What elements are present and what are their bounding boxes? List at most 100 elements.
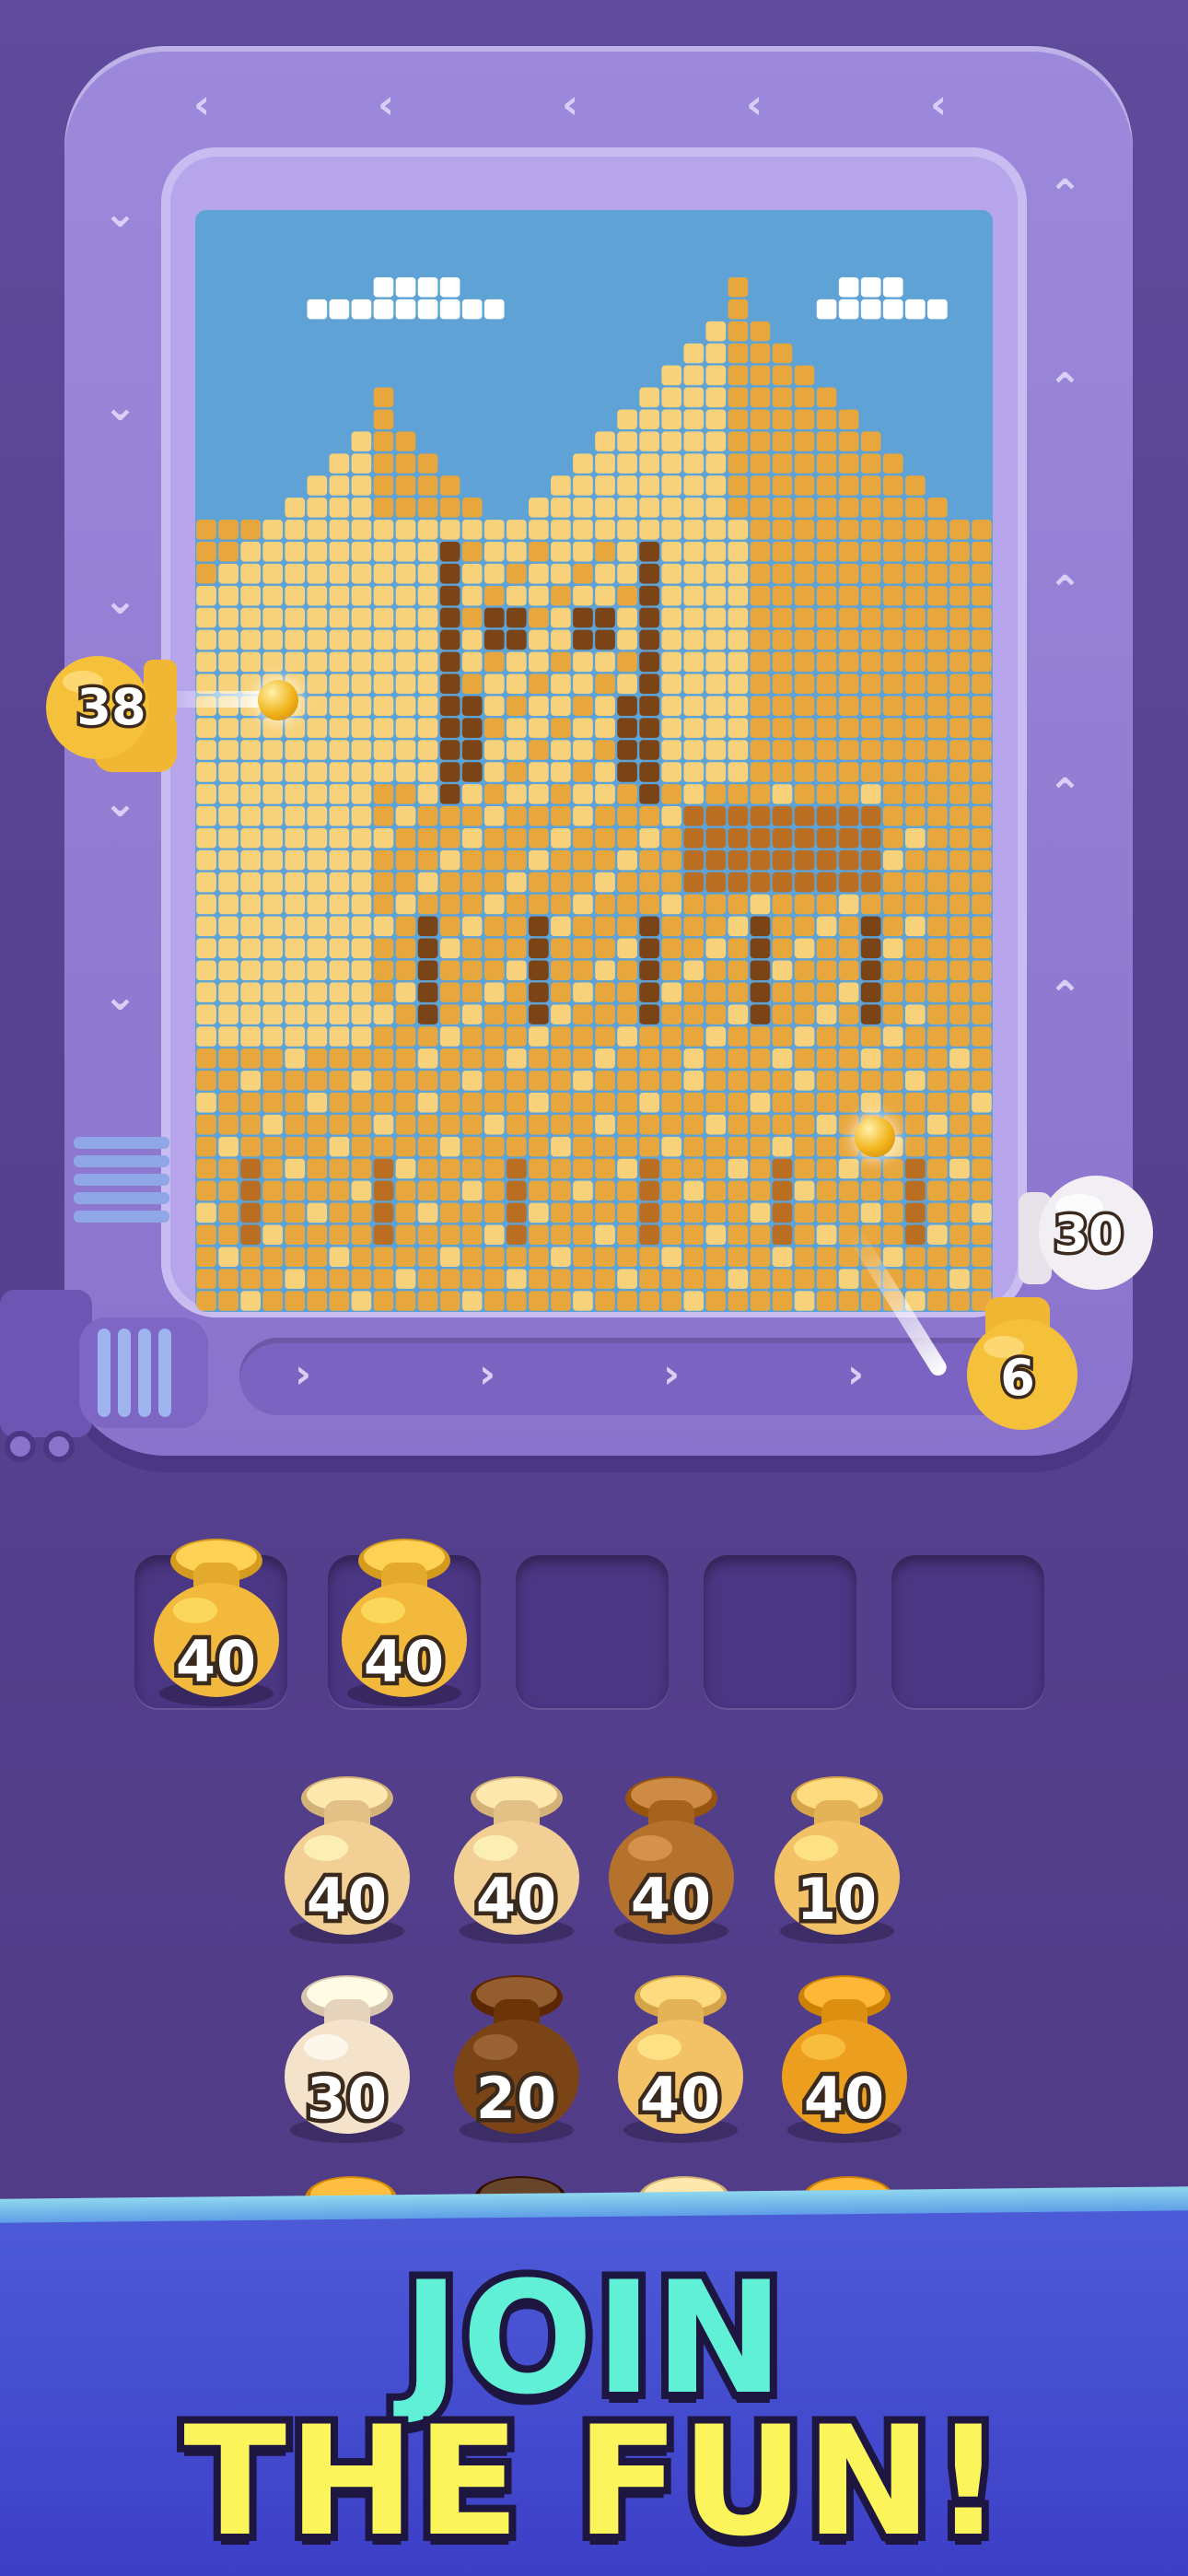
pixel-cell (262, 431, 284, 451)
shooter-left[interactable]: 38 (42, 650, 181, 779)
pot-item[interactable]: 40 (278, 1769, 416, 1953)
pixel-cell (639, 1026, 659, 1047)
pixel-cell (728, 784, 749, 804)
pixel-cell (949, 1071, 970, 1091)
pixel-cell (927, 806, 948, 826)
pixel-cell (461, 1291, 483, 1311)
pixel-cell (927, 1202, 948, 1224)
pixel-cell (240, 938, 261, 959)
pixel-cell (927, 1224, 948, 1246)
pixel-cell (573, 1180, 593, 1201)
pixel-cell (860, 696, 881, 716)
pixel-cell (461, 1224, 483, 1246)
queue-slot[interactable] (891, 1555, 1044, 1708)
pixel-cell (617, 673, 637, 695)
pixel-cell (617, 321, 637, 342)
queue-slot[interactable] (704, 1555, 856, 1708)
pixel-cell (262, 1048, 284, 1069)
pixel-cell (506, 520, 527, 540)
pixel-cell (218, 1071, 239, 1091)
pixel-cell (329, 1224, 350, 1246)
pixel-cell (617, 806, 637, 826)
pixel-cell (218, 321, 239, 342)
pixel-cell (329, 343, 350, 364)
pot-item[interactable]: 40 (775, 1968, 914, 2152)
pixel-cell (972, 387, 992, 408)
pixel-cell (904, 784, 926, 804)
pixel-cell (882, 585, 903, 606)
pixel-cell (262, 475, 284, 496)
pixel-cell (417, 563, 438, 584)
pot-item[interactable]: 10 (768, 1769, 906, 1953)
pixel-cell (351, 827, 372, 849)
pixel-cell (196, 498, 216, 518)
pixel-cell (307, 211, 328, 231)
pixel-cell (529, 276, 549, 298)
pixel-cell (551, 607, 571, 628)
pixel-cell (683, 520, 705, 540)
pixel-cell (240, 498, 261, 518)
pixel-cell (373, 1114, 394, 1135)
pixel-cell (218, 762, 239, 782)
pixel-cell (373, 233, 394, 253)
pixel-cell (307, 276, 328, 298)
pixel-cell (285, 343, 306, 364)
pixel-cell (351, 1136, 372, 1157)
pixel-cell (661, 982, 682, 1002)
pixel-cell (882, 982, 903, 1002)
pixel-cell (772, 387, 793, 408)
queue-pot[interactable]: 40 (147, 1531, 285, 1715)
pixel-cell (240, 607, 261, 628)
pixel-cell (838, 255, 859, 275)
pixel-cell (816, 343, 837, 364)
queue-pot[interactable]: 40 (335, 1531, 473, 1715)
queue-slot[interactable] (516, 1555, 669, 1708)
pixel-cell (307, 1269, 328, 1289)
pixel-cell (529, 498, 549, 518)
pixel-cell (529, 542, 549, 562)
pixel-cell (705, 585, 727, 606)
pot-item[interactable]: 20 (448, 1968, 586, 2152)
pixel-cell (750, 849, 771, 871)
pot-item[interactable]: 40 (448, 1769, 586, 1953)
pixel-cell (262, 1093, 284, 1113)
pixel-cell (307, 585, 328, 606)
pixel-cell (218, 542, 239, 562)
pixel-cell (551, 365, 571, 386)
pixel-cell (860, 629, 881, 650)
pixel-cell (904, 673, 926, 695)
pixel-cell (417, 872, 438, 893)
pixel-cell (351, 718, 372, 738)
pot-count: 40 (635, 2061, 724, 2137)
pot-item[interactable]: 30 (278, 1968, 416, 2152)
pot-item[interactable]: 40 (611, 1968, 750, 2152)
pixel-cell (307, 607, 328, 628)
shooter-active[interactable]: 6 (949, 1290, 1087, 1437)
pixel-cell (838, 542, 859, 562)
pixel-cell (705, 849, 727, 871)
pixel-cell (927, 784, 948, 804)
pot-item[interactable]: 40 (602, 1769, 740, 1953)
pixel-cell (395, 542, 416, 562)
pixel-cell (573, 233, 593, 253)
pixel-cell (240, 276, 261, 298)
pixel-cell (483, 607, 505, 628)
pixel-cell (483, 827, 505, 849)
pixel-cell (218, 431, 239, 451)
pixel-cell (816, 498, 837, 518)
pixel-cell (329, 673, 350, 695)
pixel-cell (927, 1136, 948, 1157)
pixel-cell (529, 233, 549, 253)
pixel-cell (351, 784, 372, 804)
pixel-cell (860, 585, 881, 606)
pixel-cell (772, 498, 793, 518)
pixel-cell (639, 520, 659, 540)
pixel-cell (904, 387, 926, 408)
pixel-cell (483, 629, 505, 650)
pixel-cell (506, 1004, 527, 1025)
pixel-cell (705, 696, 727, 716)
pixel-cell (483, 938, 505, 959)
pixel-cell (794, 321, 815, 342)
pixel-cell (573, 1026, 593, 1047)
pixel-cell (617, 629, 637, 650)
